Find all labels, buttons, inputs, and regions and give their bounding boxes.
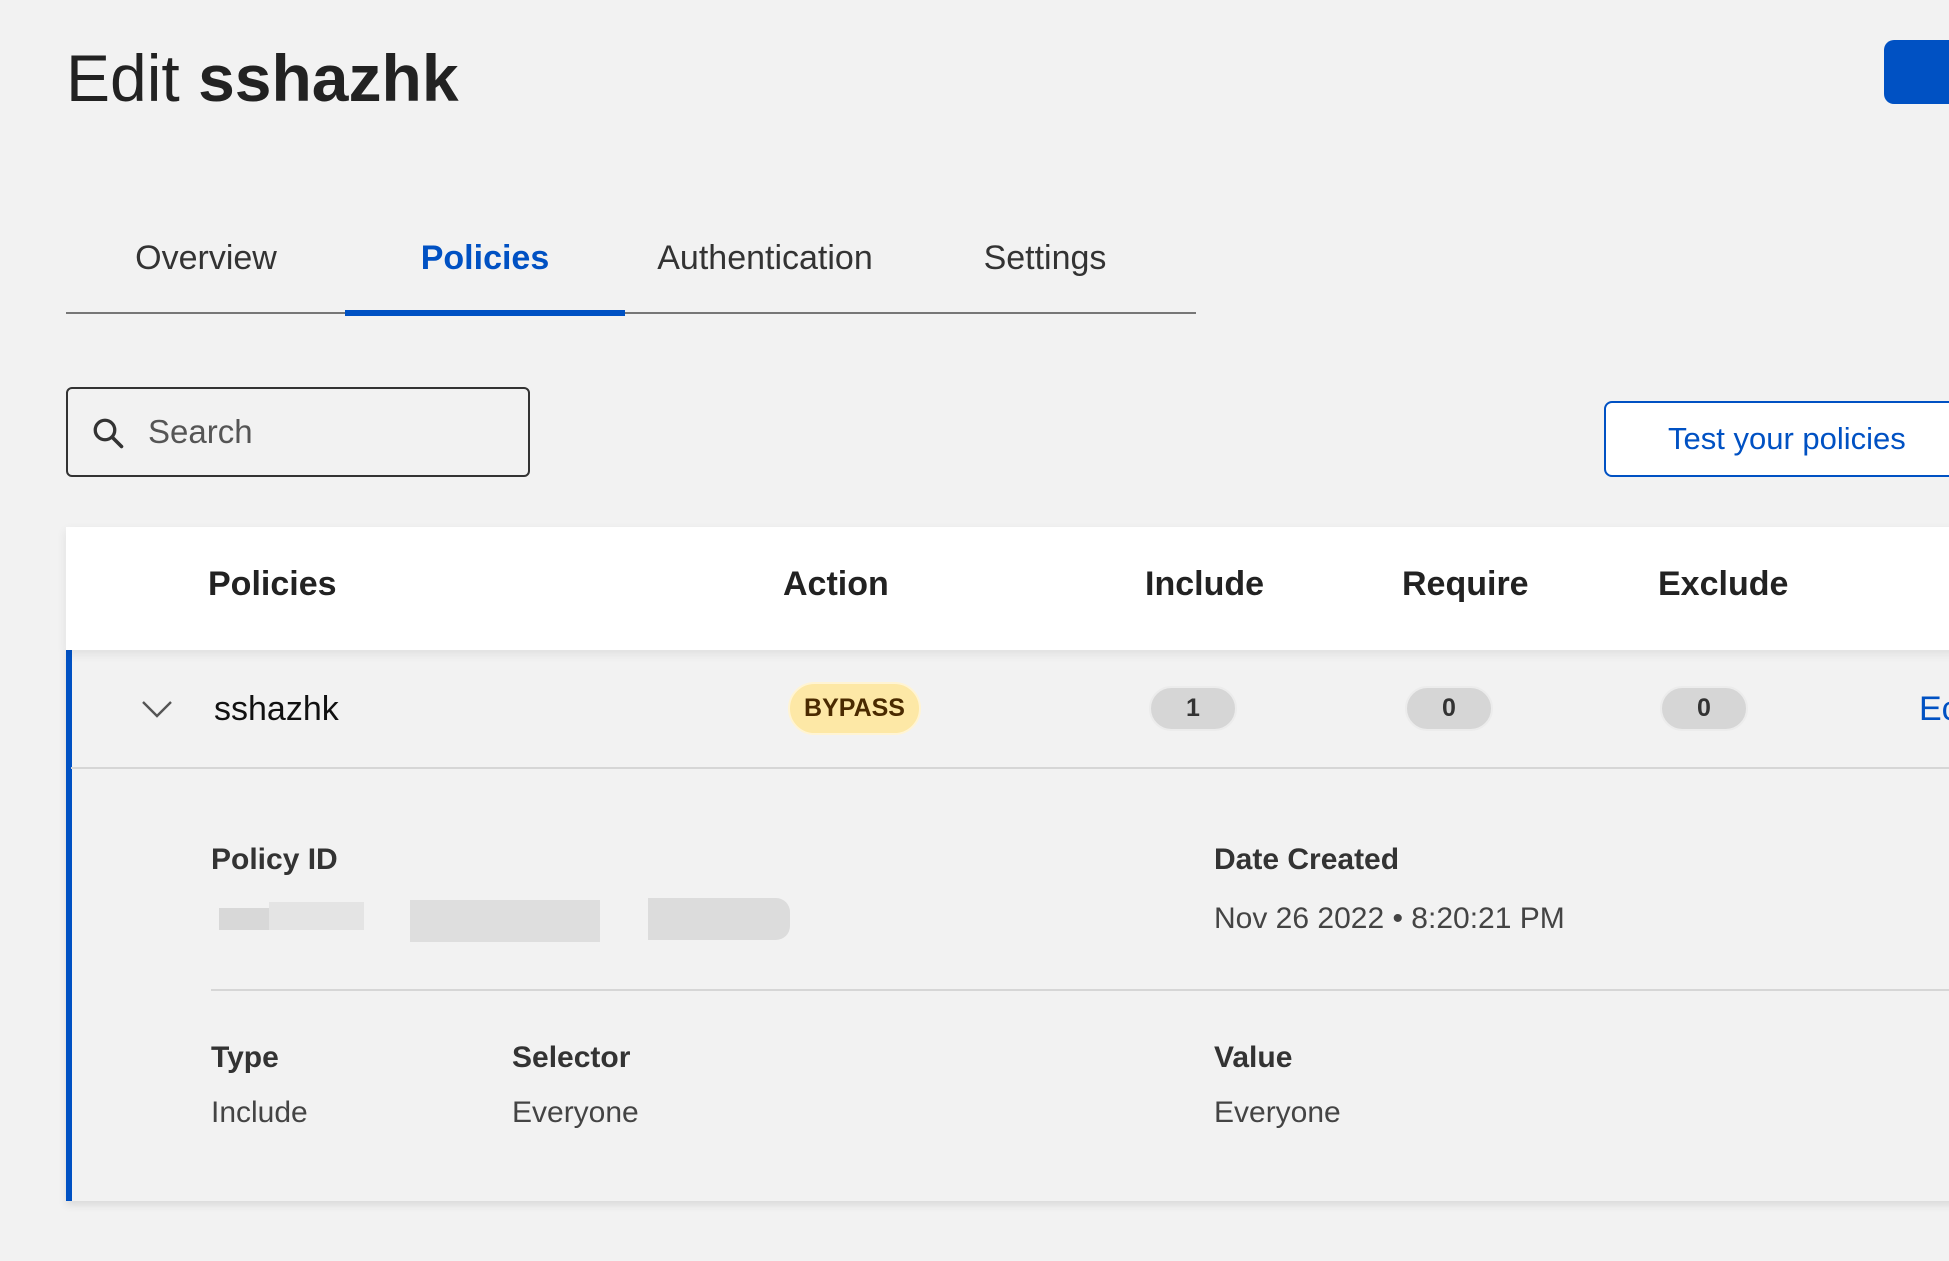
tab-policies[interactable]: Policies	[345, 222, 625, 316]
date-created-value: Nov 26 2022 • 8:20:21 PM	[1214, 902, 1565, 935]
exclude-count: 0	[1660, 686, 1748, 731]
column-header-include: Include	[1145, 565, 1265, 603]
tab-bar: Overview Policies Authentication Setting…	[66, 222, 1196, 316]
selector-label: Selector	[512, 1041, 631, 1074]
column-header-action: Action	[783, 565, 889, 603]
detail-divider	[211, 989, 1949, 991]
action-badge: BYPASS	[788, 682, 921, 735]
search-icon	[93, 418, 124, 449]
type-value: Include	[211, 1096, 308, 1129]
search-input[interactable]	[148, 407, 508, 457]
edit-link[interactable]: Ec	[1919, 690, 1949, 729]
require-count: 0	[1405, 686, 1493, 731]
row-divider	[71, 767, 1949, 769]
page-title: Edit sshazhk	[66, 40, 459, 116]
search-box[interactable]	[66, 387, 530, 477]
redacted-policy-id	[648, 898, 790, 940]
title-prefix: Edit	[66, 41, 180, 115]
date-created-label: Date Created	[1214, 843, 1400, 876]
value-value: Everyone	[1214, 1096, 1341, 1129]
primary-action-button[interactable]	[1884, 40, 1949, 104]
column-header-exclude: Exclude	[1658, 565, 1789, 603]
tab-authentication[interactable]: Authentication	[625, 222, 905, 312]
table-header: Policies Action Include Require Exclude	[66, 527, 1949, 650]
column-header-policies: Policies	[208, 565, 337, 603]
column-header-require: Require	[1402, 565, 1529, 603]
test-policies-button[interactable]: Test your policies	[1604, 401, 1949, 477]
redacted-policy-id	[410, 900, 600, 942]
chevron-down-icon[interactable]	[140, 697, 174, 721]
include-count: 1	[1149, 686, 1237, 731]
redacted-policy-id	[269, 902, 364, 930]
tab-overview[interactable]: Overview	[66, 222, 346, 312]
value-label: Value	[1214, 1041, 1293, 1074]
redacted-policy-id	[219, 908, 269, 930]
type-label: Type	[211, 1041, 279, 1074]
policy-name: sshazhk	[214, 690, 339, 728]
title-name: sshazhk	[198, 41, 459, 115]
policy-id-label: Policy ID	[211, 843, 338, 876]
tab-settings[interactable]: Settings	[905, 222, 1185, 312]
selector-value: Everyone	[512, 1096, 639, 1129]
